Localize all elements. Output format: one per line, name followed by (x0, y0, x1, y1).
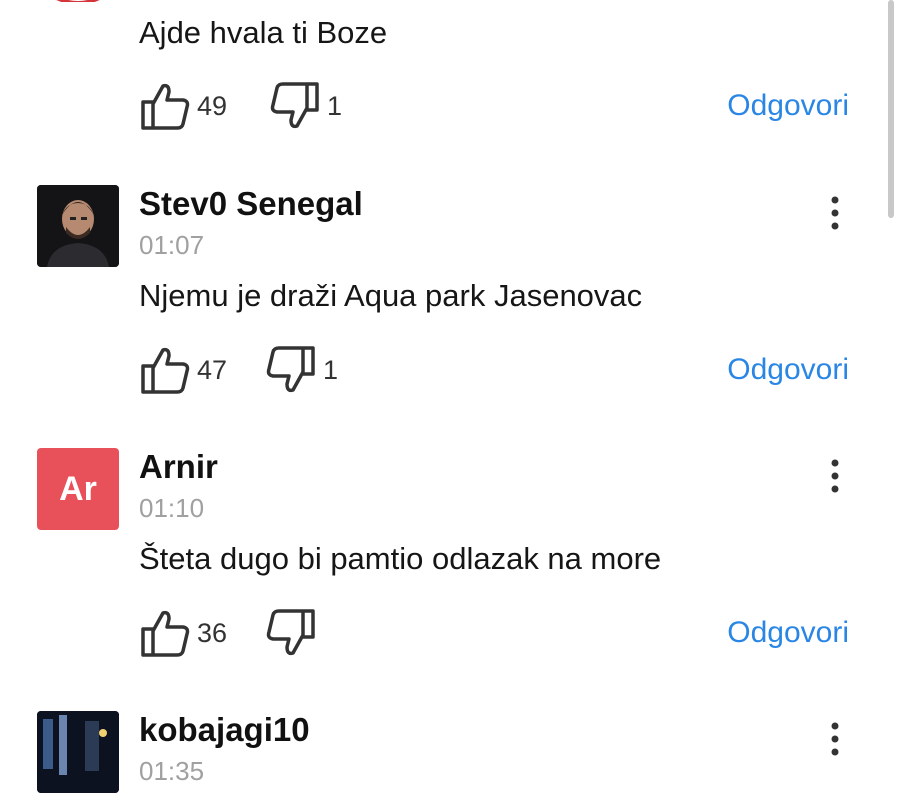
thumbs-up-icon (141, 347, 190, 394)
username[interactable]: kobajagi10 (139, 711, 310, 749)
thumbs-down-icon (266, 609, 315, 656)
thumbs-up-icon (141, 610, 190, 657)
comment-text: Njemu je draži Aqua park Jasenovac (139, 278, 643, 313)
reply-link[interactable]: Odgovori (727, 89, 849, 123)
comment-actions: 49 1 Odgovori (139, 80, 849, 132)
dislike-button[interactable]: 1 (265, 344, 338, 396)
like-count: 49 (197, 90, 228, 121)
like-button[interactable]: 36 (139, 607, 227, 659)
more-vertical-icon[interactable] (826, 722, 844, 756)
avatar[interactable]: Ar (37, 448, 119, 530)
comment-actions: 36 Odgovori (139, 607, 849, 659)
avatar[interactable] (37, 711, 119, 793)
username[interactable]: Stev0 Senegal (139, 185, 363, 223)
thumbs-up-icon (141, 83, 190, 130)
comment-text: Ajde hvala ti Boze (139, 15, 388, 50)
comment-actions: 47 1 Odgovori (139, 344, 849, 396)
like-count: 47 (197, 354, 228, 385)
like-button[interactable]: 47 (139, 344, 227, 396)
comment-text: Šteta dugo bi pamtio odlazak na more (139, 541, 662, 576)
dislike-button[interactable] (265, 607, 323, 659)
dislike-count: 1 (323, 354, 339, 385)
more-vertical-icon[interactable] (826, 196, 844, 230)
reply-link[interactable]: Odgovori (727, 616, 849, 650)
comment-time: 01:07 (139, 230, 205, 260)
dislike-button[interactable]: 1 (269, 80, 342, 132)
comment-time: 01:10 (139, 493, 205, 523)
dislike-count: 1 (327, 90, 343, 121)
thumbs-down-icon (270, 82, 319, 129)
comment-time: 01:35 (139, 756, 205, 786)
avatar[interactable] (37, 185, 119, 267)
scrollbar[interactable] (888, 0, 894, 218)
like-button[interactable]: 49 (139, 80, 227, 132)
more-vertical-icon[interactable] (826, 459, 844, 493)
username[interactable]: Arnir (139, 448, 218, 486)
thumbs-down-icon (266, 346, 315, 393)
reply-link[interactable]: Odgovori (727, 353, 849, 387)
like-count: 36 (197, 617, 228, 648)
avatar[interactable] (37, 0, 119, 2)
